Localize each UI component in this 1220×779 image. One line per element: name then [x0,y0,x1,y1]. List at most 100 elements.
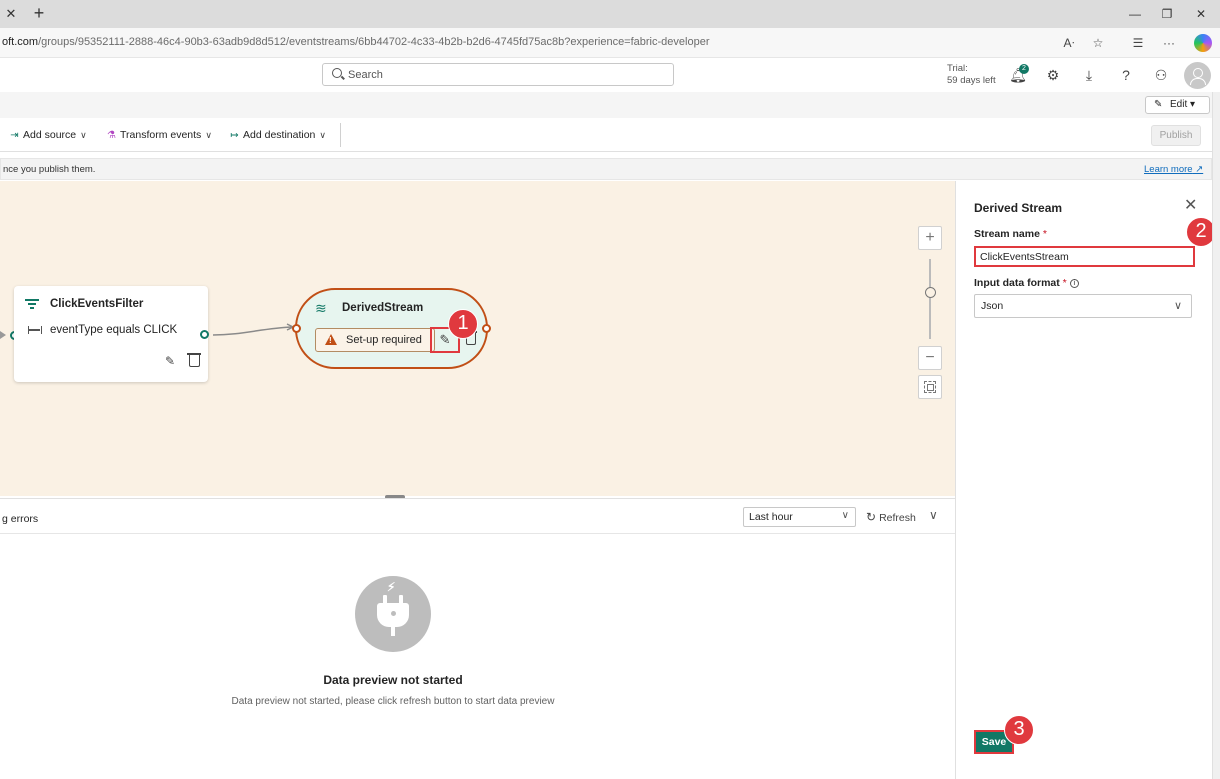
data-preview-panel: g errors Last hour ∨ ↻ Refresh ∨ ⚡︎ Data … [0,498,955,779]
url-domain: oft.com [2,36,39,48]
pencil-icon: ✎ [1154,99,1163,110]
fit-view-icon [924,381,936,393]
time-range-value: Last hour [749,511,793,523]
zoom-in-button[interactable]: + [918,226,942,250]
filter-edit-pencil-icon[interactable]: ✎ [165,354,175,368]
search-box[interactable]: Search [322,63,674,86]
zoom-slider-track[interactable] [929,259,931,339]
close-icon[interactable]: ✕ [1184,195,1197,215]
info-icon[interactable]: i [1069,279,1079,288]
empty-state-title: Data preview not started [323,673,463,687]
settings-gear-icon[interactable]: ⚙ [1044,66,1062,84]
edit-label: Edit ▾ [1170,99,1196,110]
plug-hole [391,611,396,616]
filter-node[interactable]: ClickEventsFilter eventType equals CLICK… [14,286,208,382]
toolbar-divider [340,123,341,147]
fit-to-view-button[interactable] [918,375,942,399]
refresh-label: Refresh [879,512,916,524]
search-icon [332,68,342,78]
setup-required-status: Set-up required [315,328,435,352]
warning-icon [325,334,337,345]
spark-icon: ⚡︎ [387,580,396,594]
stream-name-label: Stream name * [974,228,1047,240]
time-range-select[interactable]: Last hour ∨ [743,507,856,527]
browser-address-bar: oft.com/groups/95352111-2888-46c4-90b3-6… [0,28,1220,58]
trial-status: Trial: 59 days left [947,63,996,87]
browser-tab-bar: ✕ + — ❐ ✕ [0,0,1220,28]
add-source-button[interactable]: ⇥ Add source ∨ [8,127,87,143]
share-people-icon[interactable]: ⚇ [1152,66,1170,84]
derived-output-port[interactable] [482,324,491,333]
edit-mode-button[interactable]: ✎ Edit ▾ [1145,96,1210,114]
learn-more-link[interactable]: Learn more ↗ [1144,164,1203,175]
minimize-icon[interactable]: — [1126,5,1144,23]
refresh-button[interactable]: ↻ Refresh [866,510,916,524]
url-path: /groups/95352111-2888-46c4-90b3-63adb9d8… [38,36,710,48]
publish-button[interactable]: Publish [1151,125,1201,146]
tab-close-icon[interactable]: ✕ [4,5,18,23]
add-destination-button[interactable]: ↦ Add destination ∨ [228,127,326,143]
node-connector-line [213,323,295,336]
add-destination-label: Add destination [243,129,316,141]
setup-required-text: Set-up required [346,334,422,346]
filter-condition: eventType equals CLICK [50,324,178,336]
read-aloud-icon[interactable]: Aᐧ [1060,34,1078,52]
app-header: Search Trial: 59 days left 🔔︎ 2 ⚙ ⤓ ? ⚇ [0,58,1220,92]
new-tab-icon[interactable]: + [30,3,48,23]
collapse-panel-chevron-icon[interactable]: ∨ [929,508,938,522]
copilot-icon[interactable] [1194,34,1212,52]
add-source-label: Add source [23,129,77,141]
input-format-value: Json [981,300,1004,312]
step-callout-3: 3 [1004,715,1034,745]
refresh-icon: ↻ [866,510,877,524]
derived-stream-settings-panel: Derived Stream ✕ Stream name * ClickEven… [955,181,1212,779]
trial-label: Trial: [947,63,968,74]
input-format-select[interactable]: Json ∨ [974,294,1192,318]
user-avatar[interactable] [1184,62,1211,89]
empty-state-subtitle: Data preview not started, please click r… [231,696,555,707]
transform-events-label: Transform events [120,129,202,141]
eventstream-toolbar: ⇥ Add source ∨ ⚗ Transform events ∨ ↦ Add des… [0,118,1220,152]
more-options-icon[interactable]: ··· [1160,34,1178,52]
add-destination-icon: ↦ [230,130,239,141]
chevron-down-icon: ∨ [841,510,849,521]
incoming-arrow [0,331,6,339]
chevron-down-icon: ∨ [319,130,326,140]
step-callout-1: 1 [448,309,478,339]
url-field[interactable]: oft.com/groups/95352111-2888-46c4-90b3-6… [2,36,709,48]
info-banner: nce you publish them. Learn more ↗ [0,158,1212,180]
filter-output-port[interactable] [200,330,209,339]
notification-count-badge: 2 [1019,64,1029,74]
plug-disconnected-icon: ⚡︎ [355,576,431,652]
derived-stream-title: DerivedStream [342,302,424,314]
zoom-out-button[interactable]: − [918,346,942,370]
transform-events-button[interactable]: ⚗ Transform events ∨ [105,127,212,143]
transform-icon: ⚗ [107,130,116,141]
plug-body [377,603,409,627]
download-icon[interactable]: ⤓ [1080,66,1098,84]
window-close-icon[interactable]: ✕ [1192,5,1210,23]
favorites-list-icon[interactable]: ☰ [1129,34,1147,52]
derived-input-port[interactable] [292,324,301,333]
mode-bar: ✎ Edit ▾ [0,92,1220,118]
panel-title: Derived Stream [974,201,1063,215]
trial-days-left: 59 days left [947,75,996,86]
zoom-slider-thumb[interactable] [925,287,936,298]
filter-node-title: ClickEventsFilter [50,298,144,310]
runtime-errors-tab[interactable]: g errors [2,513,38,525]
chevron-down-icon: ∨ [80,130,87,140]
eventstream-canvas[interactable]: ClickEventsFilter eventType equals CLICK… [0,181,955,496]
stream-name-input[interactable]: ClickEventsStream [974,246,1195,267]
chevron-down-icon: ∨ [205,130,212,140]
stream-icon: ≋ [315,300,327,316]
search-placeholder: Search [348,69,383,81]
info-banner-text: nce you publish them. [3,164,96,175]
restore-icon[interactable]: ❐ [1158,5,1176,23]
window-right-edge [1212,92,1220,779]
favorite-star-icon[interactable]: ☆ [1089,34,1107,52]
condition-icon [28,326,42,334]
help-icon[interactable]: ? [1117,66,1135,84]
add-source-icon: ⇥ [10,130,19,141]
filter-delete-trash-icon[interactable] [187,353,201,367]
plug-cord [391,626,395,636]
